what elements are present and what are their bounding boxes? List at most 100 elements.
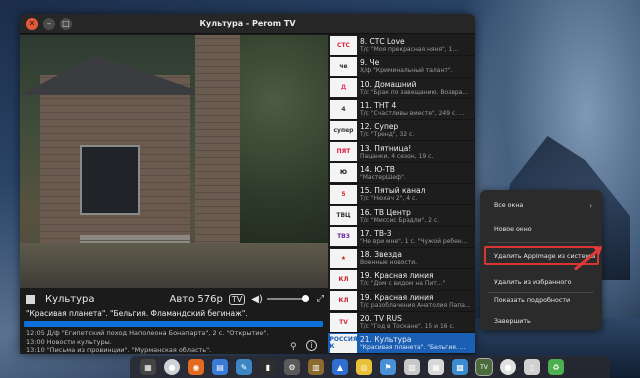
channel-logo: ТВ3 [330,227,357,247]
channel-text: 13. Пятница! Пацанки, 4 сезон, 19 с. [360,144,433,160]
ipod-icon[interactable]: ▯ [524,359,540,375]
apps-grid-icon[interactable]: ▦ [140,359,156,375]
channel-item[interactable]: ПЯТ 13. Пятница! Пацанки, 4 сезон, 19 с. [328,141,475,163]
channel-program: Т/с "Брак по завещанию. Возвра... [360,88,469,96]
channel-logo: 5 [330,184,357,204]
channel-item[interactable]: РОССИЯ К 21. Культура "Красивая планета". … [328,333,475,354]
channel-name: 14. Ю-ТВ [360,164,395,174]
menu-item-all-windows[interactable]: Все окна [494,202,523,209]
channel-item[interactable]: 4 11. ТНТ 4 Т/с "Счастливы вместе", 249 с.… [328,99,475,121]
channel-program: Пацанки, 4 сезон, 19 с. [360,152,434,160]
schedule-item: 13:00 Новости культуры. [26,337,112,346]
channel-text: 8. СТС Love Т/с "Моя прекрасная няня", 1.… [360,37,458,53]
tv-icon[interactable]: TV [228,293,246,305]
channel-item[interactable]: 5 15. Пятый канал Т/с "Нюхач 2", 4 с. [328,184,475,206]
fullscreen-icon[interactable]: ⤢ [317,294,324,304]
menu-item-remove-appimage[interactable]: Удалить AppImage из системы [494,253,595,260]
channel-item[interactable]: TV 20. TV RUS Т/с "Год в Тоскане", 15 и 16… [328,312,475,334]
folder-icon[interactable]: ▩ [452,359,468,375]
files-icon[interactable]: ▤ [212,359,228,375]
channel-program: "Не ври мне", 1 с. "Чужой ребен... [360,237,468,245]
now-playing-title: "Красивая планета". "Бельгия. Фламандски… [26,309,248,318]
menu-item-remove-favorites[interactable]: Удалить из избранного [494,279,571,286]
channel-item[interactable]: ТВЦ 16. ТВ Центр Т/с "Миссис Брэдли", 2 с. [328,205,475,227]
circle-icon[interactable]: ● [164,359,180,375]
channel-text: 20. TV RUS Т/с "Год в Тоскане", 15 и 16 с… [360,314,455,330]
channel-text: 17. ТВ-3 "Не ври мне", 1 с. "Чужой ребен.… [360,229,467,245]
channel-item[interactable]: Д 10. Домашний Т/с "Брак по завещанию. Воз… [328,78,475,99]
channel-text: 16. ТВ Центр Т/с "Миссис Брэдли", 2 с. [360,208,439,224]
channel-item[interactable]: КЛ 19. Красная линия Т/с "Дом с видом на П… [328,269,475,291]
channel-item[interactable]: Ю 14. Ю-ТВ "МастерШеф". [328,163,475,185]
settings-icon[interactable]: ⚙ [284,359,300,375]
maximize-icon[interactable]: □ [60,18,72,30]
volume-knob[interactable] [301,295,309,302]
channel-item[interactable]: ★ 18. Звезда Военные новости. [328,248,475,270]
channel-name: 13. Пятница! [360,143,412,153]
current-channel: Культура [45,293,95,305]
app-window: ✕ – □ Культура - Perom TV Культура Авто … [20,14,475,354]
window-titlebar[interactable]: ✕ – □ Культура - Perom TV [20,14,475,34]
channel-item[interactable]: че 9. Че Х/ф "Криминальный талант". [328,56,475,78]
image-icon[interactable]: ▧ [404,359,420,375]
channel-name: 19. Красная линия [360,271,434,281]
channel-item[interactable]: супер 12. Супер Т/с "Тренд", 32 с. [328,120,475,142]
menu-item-quit[interactable]: Завершить [494,318,531,325]
channel-logo: 4 [330,99,357,119]
video-window [80,145,140,215]
program-progress [24,321,323,327]
menu-item-show-details[interactable]: Показать подробности [494,297,570,304]
channel-text: 9. Че Х/ф "Криминальный талант". [360,58,453,74]
channel-program: "МастерШеф". [360,173,406,181]
channel-name: 18. Звезда [360,250,402,260]
info-icon[interactable]: i [306,340,317,351]
channel-logo: ПЯТ [330,142,357,162]
stop-icon[interactable] [26,294,35,304]
tv-icon[interactable]: TV [475,358,493,376]
pin-icon[interactable]: ⚲ [290,342,297,352]
video-yard [20,243,328,288]
schedule-item: 13:10 "Письма из провинции". "Мурманская… [26,346,212,354]
channel-program: Т/с разоблачения Анатолия Папа... [360,301,471,309]
channel-logo: TV [330,312,357,332]
text-editor-icon[interactable]: ✎ [236,359,252,375]
terminal-icon[interactable]: ▮ [260,359,276,375]
flag-icon[interactable]: ⚑ [380,359,396,375]
menu-divider [488,242,594,243]
ball-icon[interactable]: ● [500,359,516,375]
channel-item[interactable]: СТС 8. СТС Love Т/с "Моя прекрасная няня",… [328,35,475,57]
archive-icon[interactable]: ▥ [308,359,324,375]
channel-text: 11. ТНТ 4 Т/с "Счастливы вместе", 249 с. … [360,101,465,117]
channel-item[interactable]: ТВ3 17. ТВ-3 "Не ври мне", 1 с. "Чужой реб… [328,227,475,248]
channel-name: 10. Домашний [360,79,417,89]
channel-logo: ТВЦ [330,206,357,226]
calendar-icon[interactable]: ▦ [428,359,444,375]
menu-item-new-window[interactable]: Новое окно [494,226,532,233]
chevron-right-icon: › [589,202,592,210]
channel-text: 19. Красная линия Т/с "Дом с видом на Пит… [360,271,445,287]
channel-text: 21. Культура "Красивая планета". "Бельгия… [360,335,465,351]
minimize-icon[interactable]: – [43,18,55,30]
channel-program: "Красивая планета". "Бельгия. ... [360,344,466,352]
channel-name: 16. ТВ Центр [360,207,411,217]
recycle-icon[interactable]: ♻ [548,359,564,375]
chrome-icon[interactable]: ◎ [356,359,372,375]
channel-name: 17. ТВ-3 [360,228,392,238]
channel-item[interactable]: КЛ 19. Красная линия Т/с разоблачения Анат… [328,291,475,312]
channel-logo: ★ [330,248,357,268]
channel-program: Т/с "Нюхач 2", 4 с. [360,195,418,203]
quality-selector[interactable]: Авто 576p [170,294,223,305]
store-icon[interactable]: ▲ [332,359,348,375]
video-frame[interactable] [20,35,328,288]
channel-name: 20. TV RUS [360,314,402,323]
channel-list: СТС 8. СТС Love Т/с "Моя прекрасная няня",… [328,35,475,354]
channel-program: Т/с "Счастливы вместе", 249 с. ... [360,110,465,118]
window-title: Культура - Perom TV [199,19,296,28]
close-icon[interactable]: ✕ [26,18,38,30]
volume-icon[interactable]: ◀) [251,294,263,305]
firefox-icon[interactable]: ◉ [188,359,204,375]
channel-logo: че [330,56,357,76]
channel-program: Т/с "Год в Тоскане", 15 и 16 с. [360,323,455,330]
volume-slider[interactable] [266,295,309,302]
channel-program: Т/с "Моя прекрасная няня", 1... [360,46,459,54]
